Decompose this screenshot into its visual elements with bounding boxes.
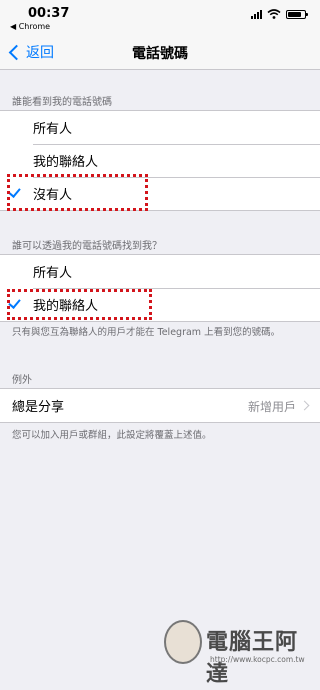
- option-label: 所有人: [33, 266, 73, 281]
- battery-icon: [286, 9, 308, 19]
- navigation-bar: 返回 電話號碼: [0, 34, 320, 70]
- chevron-right-icon: [299, 400, 310, 411]
- always-share-row[interactable]: 總是分享 新增用戶: [0, 389, 320, 422]
- add-users-value: 新增用戶: [247, 400, 296, 414]
- who-can-find-footer: 只有與您互為聯絡人的用戶才能在 Telegram 上看到您的號碼。: [12, 327, 281, 338]
- mascot-icon: [164, 620, 202, 664]
- section-header-exceptions: 例外: [12, 375, 32, 386]
- watermark-logo: 電腦王阿達 http://www.kocpc.com.tw: [160, 618, 320, 687]
- always-share-label: 總是分享: [12, 400, 65, 415]
- page-title: 電話號碼: [132, 46, 188, 62]
- status-time: 00:37: [28, 6, 70, 21]
- highlight-box: [7, 174, 148, 211]
- highlight-box: [7, 289, 152, 320]
- exceptions-footer: 您可以加入用戶或群組，此設定將覆蓋上述值。: [12, 430, 212, 441]
- option-label: 所有人: [33, 122, 73, 137]
- back-to-app-link[interactable]: ◀ Chrome: [10, 22, 50, 31]
- wifi-icon: [267, 9, 281, 19]
- section-header-who-can-see: 誰能看到我的電話號碼: [12, 97, 112, 108]
- option-everybody[interactable]: 所有人: [0, 111, 320, 144]
- section-header-who-can-find: 誰可以透過我的電話號碼找到我？: [12, 241, 162, 252]
- option-my-contacts[interactable]: 我的聯絡人: [0, 144, 320, 177]
- status-bar: 00:37 ◀ Chrome: [0, 0, 320, 34]
- signal-icon: [251, 9, 262, 19]
- status-icons: [251, 9, 308, 19]
- exceptions-group: 總是分享 新增用戶: [0, 388, 320, 423]
- watermark-url: http://www.kocpc.com.tw: [210, 655, 305, 664]
- option-label: 我的聯絡人: [33, 155, 99, 170]
- option-everybody[interactable]: 所有人: [0, 255, 320, 288]
